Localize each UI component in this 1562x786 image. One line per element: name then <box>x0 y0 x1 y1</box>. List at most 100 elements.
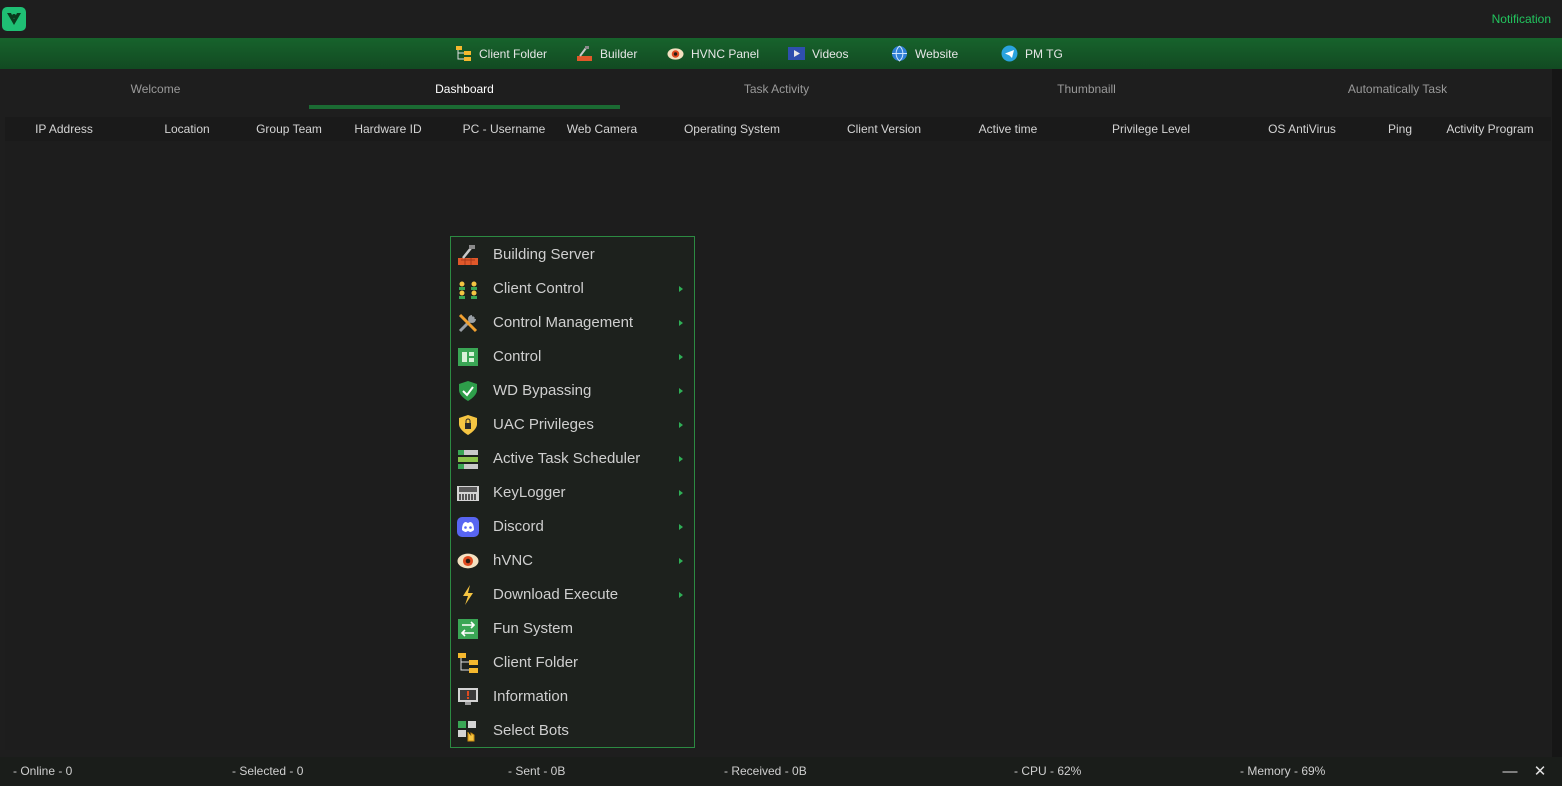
submenu-arrow-icon <box>679 320 683 326</box>
hvnc-panel-button[interactable]: HVNC Panel <box>667 38 759 69</box>
menu-item-uac-privileges[interactable]: UAC Privileges <box>451 408 694 442</box>
menu-item-select-bots[interactable]: Select Bots <box>451 714 694 748</box>
keyboard-icon <box>457 482 479 504</box>
submenu-arrow-icon <box>679 422 683 428</box>
menu-label: Fun System <box>493 620 574 637</box>
tab-task-activity[interactable]: Task Activity <box>621 69 932 109</box>
eye-icon <box>457 550 479 572</box>
submenu-arrow-icon <box>679 354 683 360</box>
menu-item-fun-system[interactable]: Fun System <box>451 612 694 646</box>
status-online: - Online - 0 <box>13 764 73 778</box>
notification-link[interactable]: Notification <box>1492 12 1551 26</box>
menu-item-wd-bypassing[interactable]: WD Bypassing <box>451 374 694 408</box>
client-folder-button[interactable]: Client Folder <box>455 38 547 69</box>
menu-item-hvnc[interactable]: hVNC <box>451 544 694 578</box>
tools-icon <box>457 312 479 334</box>
folder-tree-icon <box>455 45 472 62</box>
column-header-ip-address[interactable]: IP Address <box>35 117 93 141</box>
pm-tg-label: PM TG <box>1025 46 1063 61</box>
column-header-privilege-level[interactable]: Privilege Level <box>1112 117 1190 141</box>
videos-button[interactable]: Videos <box>788 38 848 69</box>
menu-item-information[interactable]: Information <box>451 680 694 714</box>
status-memory: - Memory - 69% <box>1240 764 1326 778</box>
select-bots-icon <box>457 720 479 742</box>
menu-item-building-server[interactable]: Building Server <box>451 238 694 272</box>
menu-label: WD Bypassing <box>493 382 592 399</box>
builder-button[interactable]: Builder <box>576 38 637 69</box>
menu-label: Control Management <box>493 314 634 331</box>
column-header-active-time[interactable]: Active time <box>979 117 1038 141</box>
column-header-group-team[interactable]: Group Team <box>256 117 322 141</box>
toolbar: Client Folder Builder HVNC Panel Videos … <box>0 38 1562 69</box>
menu-item-active-task-scheduler[interactable]: Active Task Scheduler <box>451 442 694 476</box>
menu-label: Client Folder <box>493 654 579 671</box>
tab-bar: Welcome Dashboard Task Activity Thumbnai… <box>0 69 1552 109</box>
client-folder-label: Client Folder <box>479 46 548 61</box>
menu-label: KeyLogger <box>493 484 566 501</box>
table-header: IP Address Location Group Team Hardware … <box>5 117 1551 141</box>
folder-tree-icon <box>457 652 479 674</box>
column-header-os-antivirus[interactable]: OS AntiVirus <box>1268 117 1336 141</box>
website-label: Website <box>915 46 959 61</box>
tab-dashboard[interactable]: Dashboard <box>309 69 620 109</box>
menu-label: Download Execute <box>493 586 619 603</box>
menu-label: Active Task Scheduler <box>493 450 641 467</box>
clients-table[interactable]: IP Address Location Group Team Hardware … <box>5 117 1551 750</box>
website-button[interactable]: Website <box>891 38 958 69</box>
discord-icon <box>457 516 479 538</box>
column-header-web-camera[interactable]: Web Camera <box>567 117 637 141</box>
info-monitor-icon <box>457 686 479 708</box>
status-sent: - Sent - 0B <box>508 764 566 778</box>
tab-welcome[interactable]: Welcome <box>0 69 311 109</box>
context-menu: Building Server Client Control Control M… <box>450 236 695 748</box>
telegram-icon <box>1001 45 1018 62</box>
column-header-pc-username[interactable]: PC - Username <box>463 117 546 141</box>
builder-icon <box>457 244 479 266</box>
menu-item-control[interactable]: Control <box>451 340 694 374</box>
menu-item-keylogger[interactable]: KeyLogger <box>451 476 694 510</box>
menu-label: Client Control <box>493 280 584 297</box>
scrollbar-track[interactable] <box>1552 69 1562 759</box>
menu-item-discord[interactable]: Discord <box>451 510 694 544</box>
tab-thumbnail[interactable]: Thumbnaill <box>931 69 1242 109</box>
column-header-activity-program[interactable]: Activity Program <box>1446 117 1533 141</box>
fun-system-icon <box>457 618 479 640</box>
status-bar: - Online - 0 - Selected - 0 - Sent - 0B … <box>0 757 1562 786</box>
submenu-arrow-icon <box>679 524 683 530</box>
tab-automatically-task[interactable]: Automatically Task <box>1242 69 1553 109</box>
menu-label: Select Bots <box>493 722 569 739</box>
column-header-location[interactable]: Location <box>164 117 209 141</box>
menu-item-control-management[interactable]: Control Management <box>451 306 694 340</box>
globe-icon <box>891 45 908 62</box>
column-header-hardware-id[interactable]: Hardware ID <box>354 117 421 141</box>
menu-item-client-folder[interactable]: Client Folder <box>451 646 694 680</box>
submenu-arrow-icon <box>679 592 683 598</box>
submenu-arrow-icon <box>679 388 683 394</box>
column-header-ping[interactable]: Ping <box>1388 117 1412 141</box>
submenu-arrow-icon <box>679 558 683 564</box>
eye-icon <box>667 45 684 62</box>
videos-label: Videos <box>812 46 849 61</box>
menu-label: Building Server <box>493 246 595 263</box>
status-received: - Received - 0B <box>724 764 807 778</box>
chip-icon <box>457 346 479 368</box>
builder-icon <box>576 45 593 62</box>
video-icon <box>788 45 805 62</box>
shield-check-icon <box>457 380 479 402</box>
title-bar: Notification <box>0 0 1562 38</box>
status-selected: - Selected - 0 <box>232 764 304 778</box>
menu-item-client-control[interactable]: Client Control <box>451 272 694 306</box>
close-button[interactable]: ✕ <box>1528 757 1552 786</box>
submenu-arrow-icon <box>679 286 683 292</box>
task-list-icon <box>457 448 479 470</box>
shield-lock-icon <box>457 414 479 436</box>
column-header-operating-system[interactable]: Operating System <box>684 117 780 141</box>
menu-item-download-execute[interactable]: Download Execute <box>451 578 694 612</box>
pm-tg-button[interactable]: PM TG <box>1001 38 1063 69</box>
minimize-button[interactable]: — <box>1498 757 1522 786</box>
status-cpu: - CPU - 62% <box>1014 764 1082 778</box>
menu-label: Information <box>493 688 569 705</box>
column-header-client-version[interactable]: Client Version <box>847 117 921 141</box>
hvnc-panel-label: HVNC Panel <box>691 46 760 61</box>
submenu-arrow-icon <box>679 456 683 462</box>
